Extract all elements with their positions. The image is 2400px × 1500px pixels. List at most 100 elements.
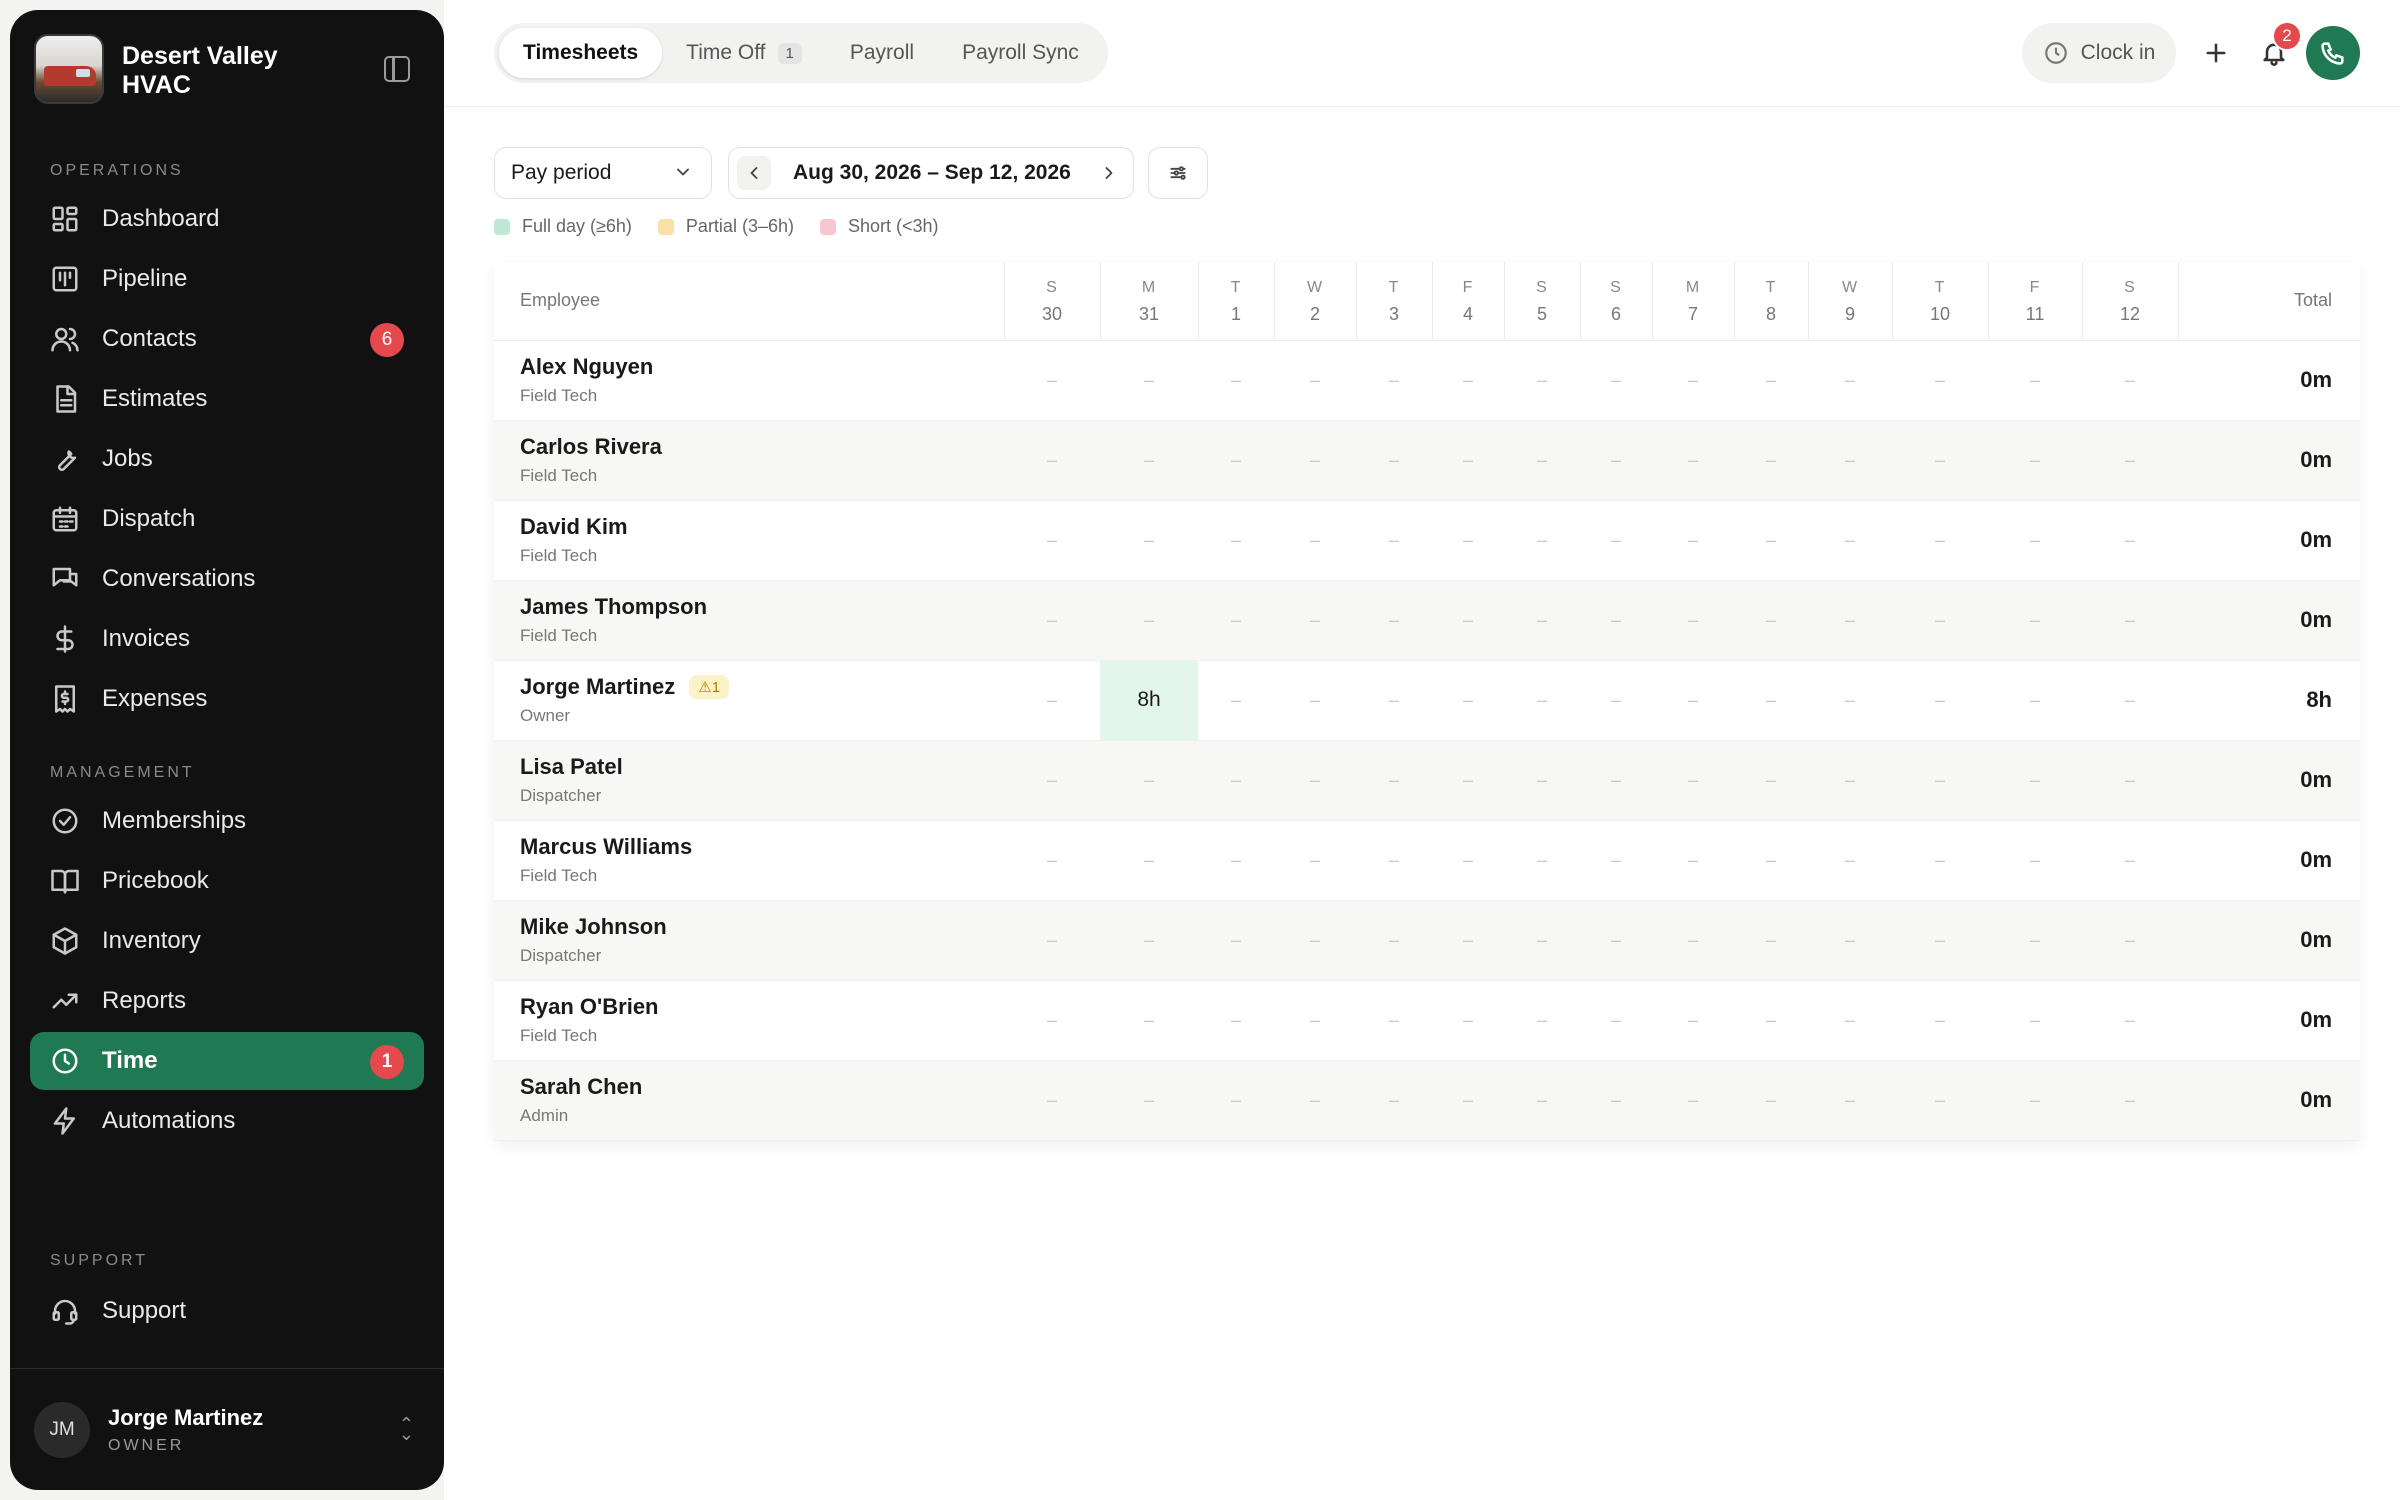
day-cell[interactable]: – bbox=[1274, 660, 1356, 741]
day-cell[interactable]: – bbox=[1892, 900, 1988, 981]
day-cell[interactable]: – bbox=[1652, 900, 1734, 981]
day-cell[interactable]: – bbox=[1356, 980, 1432, 1061]
day-cell[interactable]: – bbox=[1432, 580, 1504, 661]
day-cell[interactable]: – bbox=[1356, 820, 1432, 901]
sidebar-item-memberships[interactable]: Memberships bbox=[30, 792, 424, 850]
day-cell[interactable]: – bbox=[1100, 500, 1198, 581]
day-cell[interactable]: – bbox=[1988, 660, 2082, 741]
day-cell[interactable]: – bbox=[1988, 340, 2082, 421]
day-cell[interactable]: – bbox=[1004, 820, 1100, 901]
table-row[interactable]: Lisa Patel Dispatcher – – – – – – – – – – – – – –0m bbox=[494, 740, 2360, 821]
day-cell[interactable]: – bbox=[1652, 980, 1734, 1061]
day-cell[interactable]: – bbox=[1504, 900, 1580, 981]
clock-in-button[interactable]: Clock in bbox=[2022, 23, 2176, 83]
day-cell[interactable]: – bbox=[1356, 500, 1432, 581]
day-cell[interactable]: – bbox=[1580, 580, 1652, 661]
day-cell[interactable]: – bbox=[1580, 340, 1652, 421]
day-cell[interactable]: – bbox=[2082, 660, 2178, 741]
day-cell[interactable]: – bbox=[1734, 340, 1808, 421]
day-cell[interactable]: – bbox=[2082, 420, 2178, 501]
day-cell[interactable]: – bbox=[1198, 1060, 1274, 1141]
day-cell[interactable]: – bbox=[1432, 660, 1504, 741]
day-cell[interactable]: – bbox=[1504, 740, 1580, 821]
day-cell[interactable]: – bbox=[1504, 420, 1580, 501]
add-button[interactable] bbox=[2186, 23, 2246, 83]
day-cell[interactable]: – bbox=[1734, 1060, 1808, 1141]
day-cell[interactable]: – bbox=[1652, 740, 1734, 821]
sidebar-item-automations[interactable]: Automations bbox=[30, 1092, 424, 1150]
day-cell[interactable]: – bbox=[1356, 580, 1432, 661]
day-cell[interactable]: – bbox=[1004, 660, 1100, 741]
previous-period-button[interactable] bbox=[737, 156, 771, 190]
day-cell[interactable]: – bbox=[1274, 420, 1356, 501]
day-cell[interactable]: – bbox=[1274, 340, 1356, 421]
day-cell[interactable]: – bbox=[1892, 1060, 1988, 1141]
day-cell[interactable]: – bbox=[1100, 420, 1198, 501]
day-cell[interactable]: – bbox=[1198, 420, 1274, 501]
sidebar-item-expenses[interactable]: Expenses bbox=[30, 670, 424, 728]
day-cell[interactable]: – bbox=[1004, 500, 1100, 581]
next-period-button[interactable] bbox=[1099, 163, 1119, 183]
day-cell[interactable]: – bbox=[1892, 980, 1988, 1061]
day-cell[interactable]: – bbox=[1734, 500, 1808, 581]
day-cell[interactable]: – bbox=[1432, 420, 1504, 501]
day-cell[interactable]: – bbox=[1652, 1060, 1734, 1141]
day-cell[interactable]: – bbox=[1198, 900, 1274, 981]
day-cell[interactable]: – bbox=[1100, 900, 1198, 981]
day-cell[interactable]: – bbox=[1734, 980, 1808, 1061]
day-cell[interactable]: – bbox=[1100, 1060, 1198, 1141]
day-cell[interactable]: – bbox=[1356, 340, 1432, 421]
day-cell[interactable]: – bbox=[1504, 980, 1580, 1061]
day-cell[interactable]: – bbox=[1988, 1060, 2082, 1141]
day-cell[interactable]: – bbox=[1652, 420, 1734, 501]
day-cell[interactable]: – bbox=[2082, 740, 2178, 821]
day-cell[interactable]: – bbox=[2082, 1060, 2178, 1141]
day-cell[interactable]: – bbox=[1004, 980, 1100, 1061]
day-cell[interactable]: – bbox=[1808, 500, 1892, 581]
day-cell[interactable]: – bbox=[1274, 900, 1356, 981]
day-cell[interactable]: – bbox=[1356, 740, 1432, 821]
sidebar-item-reports[interactable]: Reports bbox=[30, 972, 424, 1030]
day-cell[interactable]: – bbox=[1504, 340, 1580, 421]
sidebar-item-estimates[interactable]: Estimates bbox=[30, 370, 424, 428]
day-cell[interactable]: – bbox=[1988, 580, 2082, 661]
day-cell[interactable]: – bbox=[1356, 900, 1432, 981]
day-cell[interactable]: – bbox=[1988, 740, 2082, 821]
sidebar-item-dashboard[interactable]: Dashboard bbox=[30, 190, 424, 248]
day-cell[interactable]: – bbox=[1004, 420, 1100, 501]
day-cell[interactable]: – bbox=[1892, 580, 1988, 661]
day-cell[interactable]: – bbox=[1580, 660, 1652, 741]
day-cell[interactable]: – bbox=[2082, 980, 2178, 1061]
table-row[interactable]: Sarah Chen Admin – – – – – – – – – – – – – –0m bbox=[494, 1060, 2360, 1141]
day-cell[interactable]: – bbox=[1004, 340, 1100, 421]
day-cell[interactable]: – bbox=[1432, 340, 1504, 421]
day-cell[interactable]: – bbox=[1198, 980, 1274, 1061]
sidebar-item-inventory[interactable]: Inventory bbox=[30, 912, 424, 970]
day-cell[interactable]: – bbox=[2082, 500, 2178, 581]
day-cell[interactable]: – bbox=[1274, 740, 1356, 821]
day-cell[interactable]: – bbox=[1504, 580, 1580, 661]
day-cell[interactable]: – bbox=[1504, 820, 1580, 901]
table-row[interactable]: James Thompson Field Tech – – – – – – – – – – – – – –0m bbox=[494, 580, 2360, 661]
day-cell[interactable]: – bbox=[1988, 420, 2082, 501]
day-cell[interactable]: – bbox=[1198, 500, 1274, 581]
sidebar-item-contacts[interactable]: Contacts 6 bbox=[30, 310, 424, 368]
day-cell[interactable]: – bbox=[1504, 500, 1580, 581]
day-cell[interactable]: – bbox=[1652, 660, 1734, 741]
day-cell[interactable]: – bbox=[1198, 820, 1274, 901]
sidebar-item-invoices[interactable]: Invoices bbox=[30, 610, 424, 668]
day-cell[interactable]: – bbox=[1432, 500, 1504, 581]
day-cell[interactable]: – bbox=[1580, 820, 1652, 901]
day-cell[interactable]: – bbox=[1198, 580, 1274, 661]
day-cell[interactable]: – bbox=[1892, 660, 1988, 741]
sidebar-item-jobs[interactable]: Jobs bbox=[30, 430, 424, 488]
day-cell[interactable]: – bbox=[1432, 820, 1504, 901]
day-cell[interactable]: – bbox=[1734, 740, 1808, 821]
sidebar-item-support[interactable]: Support bbox=[30, 1282, 424, 1340]
day-cell[interactable]: – bbox=[2082, 580, 2178, 661]
phone-button[interactable] bbox=[2306, 26, 2360, 80]
day-cell[interactable]: – bbox=[1988, 900, 2082, 981]
day-cell[interactable]: – bbox=[1432, 1060, 1504, 1141]
sidebar-item-conversations[interactable]: Conversations bbox=[30, 550, 424, 608]
day-cell[interactable]: – bbox=[1580, 500, 1652, 581]
